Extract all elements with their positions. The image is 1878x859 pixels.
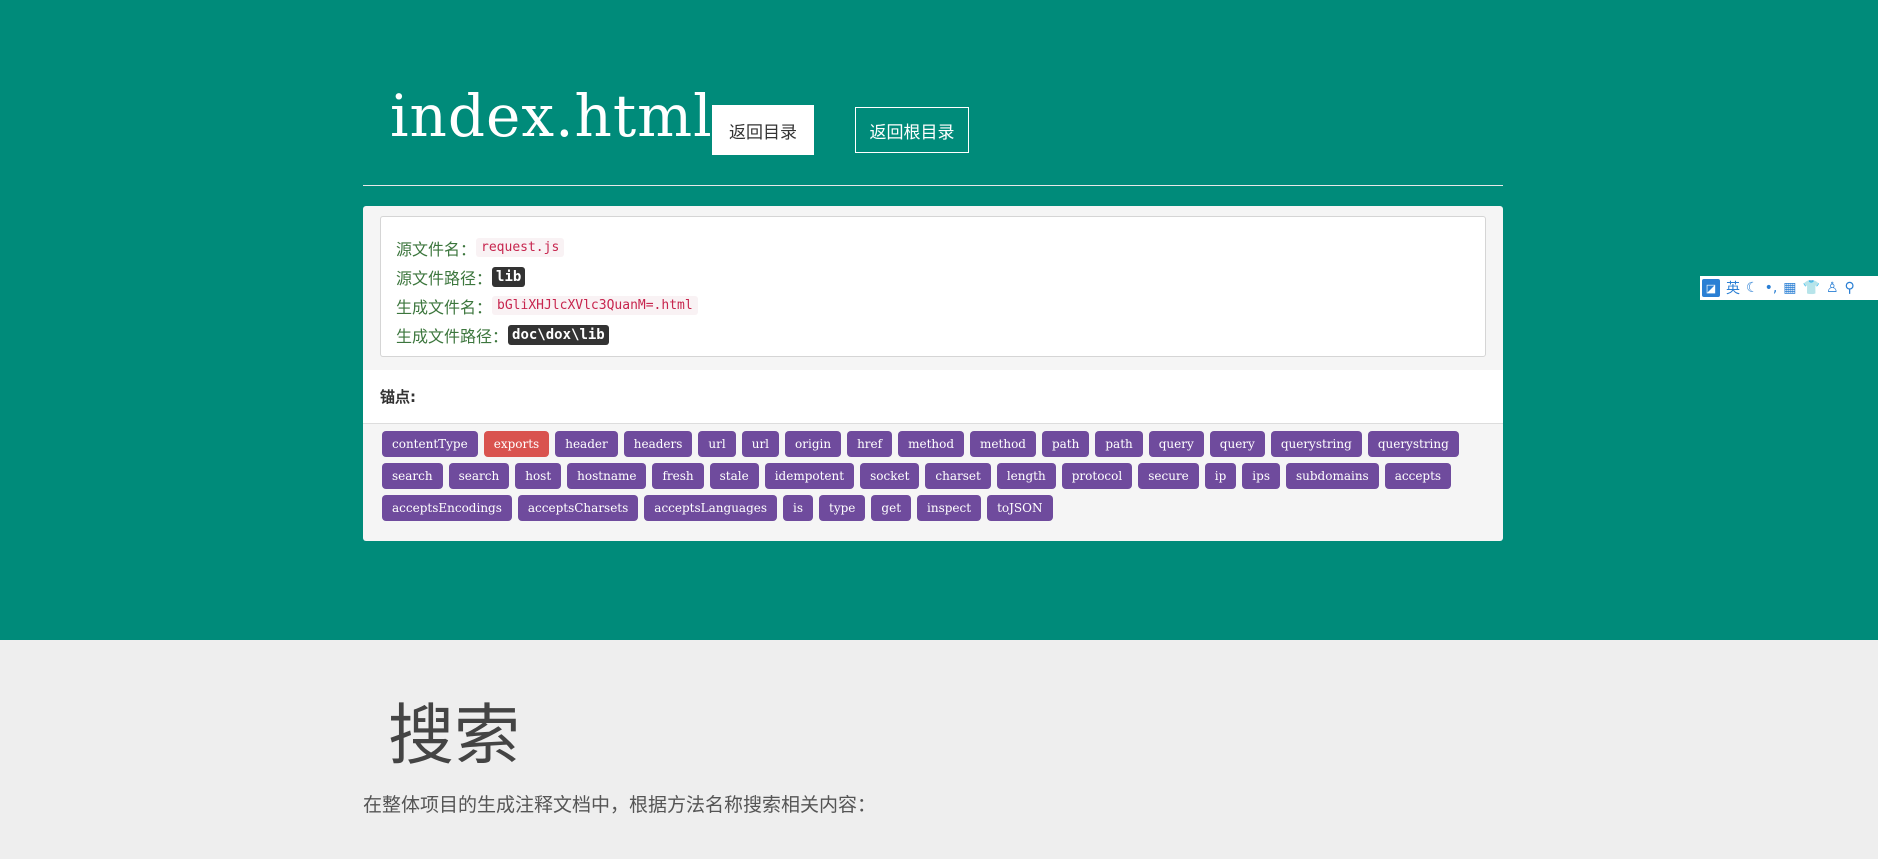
anchor-tag-host[interactable]: host <box>515 463 562 489</box>
anchor-tag-headers[interactable]: headers <box>623 431 693 457</box>
anchor-tag-idempotent[interactable]: idempotent <box>764 463 855 489</box>
source-path-label: 源文件路径： <box>396 268 493 288</box>
generated-name-value: bGliXHJlcXVlc3QuanM=.html <box>492 296 698 315</box>
generated-name-row: 生成文件名： bGliXHJlcXVlc3QuanM=.html <box>396 291 1485 320</box>
ime-language-toggle[interactable]: 英 <box>1726 278 1740 298</box>
anchor-tag-protocol[interactable]: protocol <box>1061 463 1133 489</box>
anchor-heading: 锚点: <box>363 370 1503 424</box>
anchor-tag-list: contentType exports header headers url url ori… <box>382 431 1482 521</box>
anchor-tag-socket[interactable]: socket <box>860 463 920 489</box>
anchor-tag-get[interactable]: get <box>871 495 912 521</box>
punctuation-icon[interactable]: •, <box>1765 280 1778 296</box>
anchor-tag-secure[interactable]: secure <box>1138 463 1199 489</box>
keyboard-icon[interactable]: ▦ <box>1783 280 1796 296</box>
search-icon[interactable]: ⚲ <box>1845 280 1855 296</box>
anchor-tag-href[interactable]: href <box>847 431 893 457</box>
source-name-label: 源文件名： <box>396 239 477 259</box>
anchor-tag-hostname[interactable]: hostname <box>567 463 647 489</box>
anchor-tag-toJSON[interactable]: toJSON <box>987 495 1053 521</box>
generated-path-row: 生成文件路径： doc\dox\lib <box>396 320 1485 349</box>
anchor-tag-ip[interactable]: ip <box>1204 463 1237 489</box>
generated-path-label: 生成文件路径： <box>396 326 509 346</box>
anchor-tag-inspect[interactable]: inspect <box>917 495 982 521</box>
anchor-tag-stale[interactable]: stale <box>709 463 759 489</box>
anchor-tag-path[interactable]: path <box>1095 431 1143 457</box>
anchor-tag-method[interactable]: method <box>970 431 1036 457</box>
anchor-tag-origin[interactable]: origin <box>785 431 842 457</box>
generated-name-label: 生成文件名： <box>396 297 493 317</box>
source-path-value: lib <box>492 266 526 287</box>
anchor-tag-url[interactable]: url <box>698 431 736 457</box>
page-title: index.html <box>390 82 713 150</box>
ime-toolbar: ◪ 英 ☾ •, ▦ 👕 ♙ ⚲ <box>1700 276 1878 300</box>
search-description: 在整体项目的生成注释文档中，根据方法名称搜索相关内容： <box>363 794 877 816</box>
header-divider <box>363 185 1503 186</box>
anchor-tag-querystring[interactable]: querystring <box>1270 431 1362 457</box>
anchor-tag-search[interactable]: search <box>448 463 510 489</box>
ime-logo-icon[interactable]: ◪ <box>1702 279 1720 297</box>
source-name-value: request.js <box>476 238 565 257</box>
file-info-panel: 源文件名： request.js 源文件路径： lib 生成文件名： bGliX… <box>363 206 1503 541</box>
generated-path-value: doc\dox\lib <box>508 324 609 345</box>
anchor-tag-type[interactable]: type <box>819 495 866 521</box>
anchor-tag-search[interactable]: search <box>382 463 443 489</box>
anchor-tag-exports[interactable]: exports <box>483 431 550 457</box>
hero-section: index.html 返回目录 返回根目录 源文件名： request.js 源… <box>0 0 1878 640</box>
anchor-tag-fresh[interactable]: fresh <box>652 463 704 489</box>
anchor-label: 锚点: <box>380 388 416 406</box>
anchor-tag-acceptsLanguages[interactable]: acceptsLanguages <box>644 495 778 521</box>
anchor-tag-url[interactable]: url <box>741 431 780 457</box>
anchor-tag-ips[interactable]: ips <box>1242 463 1280 489</box>
anchor-tag-query[interactable]: query <box>1148 431 1204 457</box>
anchor-tag-method[interactable]: method <box>898 431 965 457</box>
source-path-row: 源文件路径： lib <box>396 262 1485 291</box>
anchor-tag-contentType[interactable]: contentType <box>382 431 478 457</box>
anchor-tag-subdomains[interactable]: subdomains <box>1285 463 1379 489</box>
file-info-box: 源文件名： request.js 源文件路径： lib 生成文件名： bGliX… <box>380 216 1486 357</box>
anchor-tag-header[interactable]: header <box>555 431 618 457</box>
anchor-tag-accepts[interactable]: accepts <box>1384 463 1452 489</box>
back-to-root-button[interactable]: 返回根目录 <box>855 107 969 153</box>
moon-icon[interactable]: ☾ <box>1746 280 1759 296</box>
back-to-directory-button[interactable]: 返回目录 <box>712 105 814 155</box>
anchor-tag-charset[interactable]: charset <box>925 463 991 489</box>
anchor-tag-path[interactable]: path <box>1041 431 1090 457</box>
skin-icon[interactable]: 👕 <box>1803 280 1820 296</box>
anchor-tag-acceptsEncodings[interactable]: acceptsEncodings <box>382 495 512 521</box>
user-icon[interactable]: ♙ <box>1826 280 1839 296</box>
source-name-row: 源文件名： request.js <box>396 233 1485 262</box>
anchor-tag-query[interactable]: query <box>1209 431 1265 457</box>
anchor-tag-querystring[interactable]: querystring <box>1367 431 1459 457</box>
search-title: 搜索 <box>388 697 520 774</box>
anchor-tag-acceptsCharsets[interactable]: acceptsCharsets <box>517 495 639 521</box>
anchor-tag-length[interactable]: length <box>996 463 1056 489</box>
anchor-tag-is[interactable]: is <box>783 495 814 521</box>
